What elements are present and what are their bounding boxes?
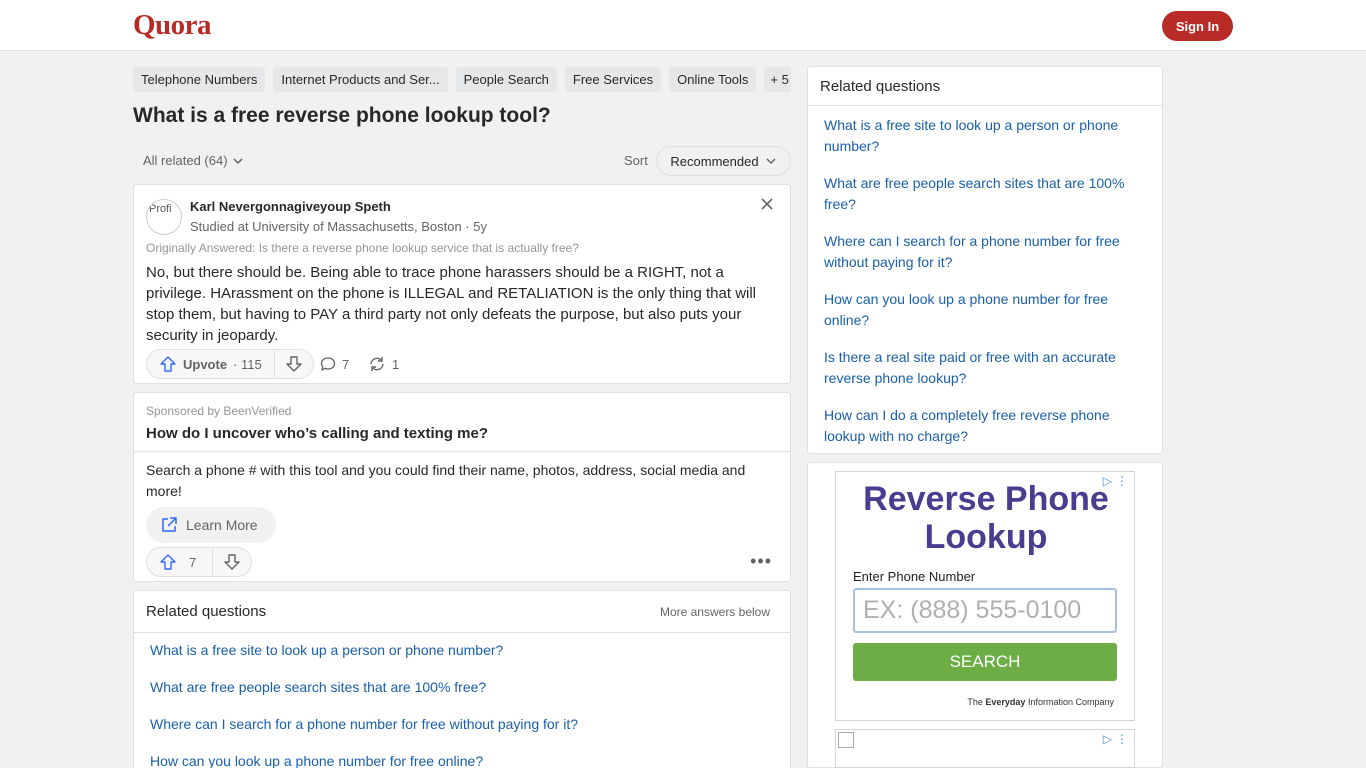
more-topics-chip[interactable]: + 5 [764, 67, 791, 92]
second-ad[interactable]: ▷ ⋮ [835, 729, 1135, 768]
related-question-link[interactable]: How can you look up a phone number for f… [824, 289, 1150, 347]
related-questions-title: Related questions [146, 603, 267, 620]
main-column: Telephone Numbers Internet Products and … [133, 51, 791, 768]
ad-input-label: Enter Phone Number [853, 569, 976, 584]
reverse-phone-ad[interactable]: ▷ ⋮ Reverse Phone Lookup Enter Phone Num… [835, 471, 1135, 721]
upvote-arrow-icon [160, 554, 176, 570]
sort-dropdown[interactable]: Recommended [656, 146, 791, 176]
sponsored-title[interactable]: How do I uncover who’s calling and texti… [146, 425, 488, 442]
related-question-link[interactable]: Where can I search for a phone number fo… [824, 231, 1150, 289]
all-related-dropdown[interactable]: All related (64) [143, 153, 244, 168]
close-icon[interactable] [760, 195, 774, 216]
top-bar: Quora Sign In [0, 0, 1366, 51]
all-related-label: All related (64) [143, 153, 228, 168]
share-button[interactable]: 1 [368, 356, 399, 372]
upvote-label: Upvote [183, 356, 228, 372]
author-name[interactable]: Karl Nevergonnagiveyoup Speth [190, 199, 391, 214]
related-list: What is a free site to look up a person … [150, 642, 578, 768]
external-link-icon [162, 517, 177, 532]
comment-icon [320, 357, 336, 371]
related-question-link[interactable]: What is a free site to look up a person … [824, 115, 1150, 173]
phone-number-input[interactable]: EX: (888) 555-0100 [853, 588, 1117, 633]
related-question-link[interactable]: Is there a real site paid or free with a… [824, 347, 1150, 405]
ad-menu-icon[interactable]: ⋮ [1116, 732, 1128, 746]
avatar[interactable]: Profi [146, 199, 182, 235]
related-question-link[interactable]: How can I do a completely free reverse p… [824, 405, 1150, 463]
vote-bar: 7 [146, 547, 253, 577]
sponsored-body: Search a phone # with this tool and you … [146, 462, 746, 499]
ad-footer-post: Information Company [1027, 697, 1114, 707]
topic-chip[interactable]: Free Services [564, 67, 662, 92]
ad-footer: The Everyday Information Company [967, 697, 1114, 707]
divider [134, 451, 790, 452]
upvote-count: · 115 [233, 356, 262, 372]
sponsored-card: Sponsored by BeenVerified How do I uncov… [133, 392, 791, 582]
comments-button[interactable]: 7 [320, 356, 349, 372]
sign-in-button[interactable]: Sign In [1162, 11, 1233, 41]
ad-footer-pre: The [967, 697, 983, 707]
question-title: What is a free reverse phone lookup tool… [133, 104, 551, 127]
learn-more-label: Learn More [186, 517, 258, 533]
topic-list: Telephone Numbers Internet Products and … [133, 67, 791, 92]
ad-choices[interactable]: ▷ ⋮ [1103, 732, 1128, 746]
vote-bar: Upvote · 115 [146, 349, 314, 379]
topic-chip[interactable]: People Search [455, 67, 557, 92]
downvote-button[interactable] [213, 548, 251, 576]
topic-chip[interactable]: Telephone Numbers [133, 67, 266, 92]
downvote-button[interactable] [275, 350, 313, 378]
sponsored-label[interactable]: Sponsored by BeenVerified [146, 404, 291, 418]
related-question-link[interactable]: How can you look up a phone number for f… [150, 753, 578, 768]
upvote-count: 7 [189, 554, 197, 570]
divider [808, 105, 1162, 106]
comments-count: 7 [342, 356, 350, 372]
adchoices-icon[interactable]: ▷ [1103, 732, 1112, 746]
more-options-icon[interactable]: ••• [750, 551, 772, 572]
upvote-button[interactable]: 7 [147, 548, 214, 576]
quora-logo[interactable]: Quora [133, 9, 212, 42]
ad-footer-brand: Everyday [985, 697, 1026, 707]
sidebar-related-list: What is a free site to look up a person … [824, 115, 1150, 463]
ad-search-button[interactable]: SEARCH [853, 643, 1117, 681]
ad-title: Reverse Phone Lookup [863, 480, 1109, 556]
broken-image-icon [838, 732, 854, 748]
related-question-link[interactable]: What is a free site to look up a person … [150, 642, 578, 679]
sort-label: Sort [624, 153, 648, 168]
sidebar-related-questions: Related questions What is a free site to… [807, 66, 1163, 454]
learn-more-button[interactable]: Learn More [146, 507, 276, 543]
share-count: 1 [392, 356, 400, 372]
divider [134, 632, 790, 633]
topic-chip[interactable]: Internet Products and Ser... [273, 67, 448, 92]
sidebar-related-title: Related questions [820, 78, 941, 95]
topic-chip[interactable]: Online Tools [669, 67, 757, 92]
related-question-link[interactable]: What are free people search sites that a… [824, 173, 1150, 231]
answer-card: Profi Karl Nevergonnagiveyoup Speth Stud… [133, 184, 791, 384]
downvote-arrow-icon [224, 554, 240, 570]
sort-value: Recommended [670, 153, 759, 169]
more-answers-below: More answers below [659, 605, 770, 619]
downvote-arrow-icon [286, 356, 302, 372]
reshare-icon [370, 357, 384, 371]
author-credential: Studied at University of Massachusetts, … [190, 219, 487, 234]
related-question-link[interactable]: Where can I search for a phone number fo… [150, 716, 578, 753]
chevron-down-icon [233, 157, 243, 164]
originally-answered[interactable]: Originally Answered: Is there a reverse … [146, 241, 579, 255]
upvote-arrow-icon [160, 356, 176, 372]
related-question-link[interactable]: What are free people search sites that a… [150, 679, 578, 716]
chevron-down-icon [766, 158, 776, 165]
related-questions-card: Related questions More answers below Wha… [133, 590, 791, 768]
upvote-button[interactable]: Upvote · 115 [147, 350, 275, 378]
answer-body: No, but there should be. Being able to t… [146, 264, 757, 344]
